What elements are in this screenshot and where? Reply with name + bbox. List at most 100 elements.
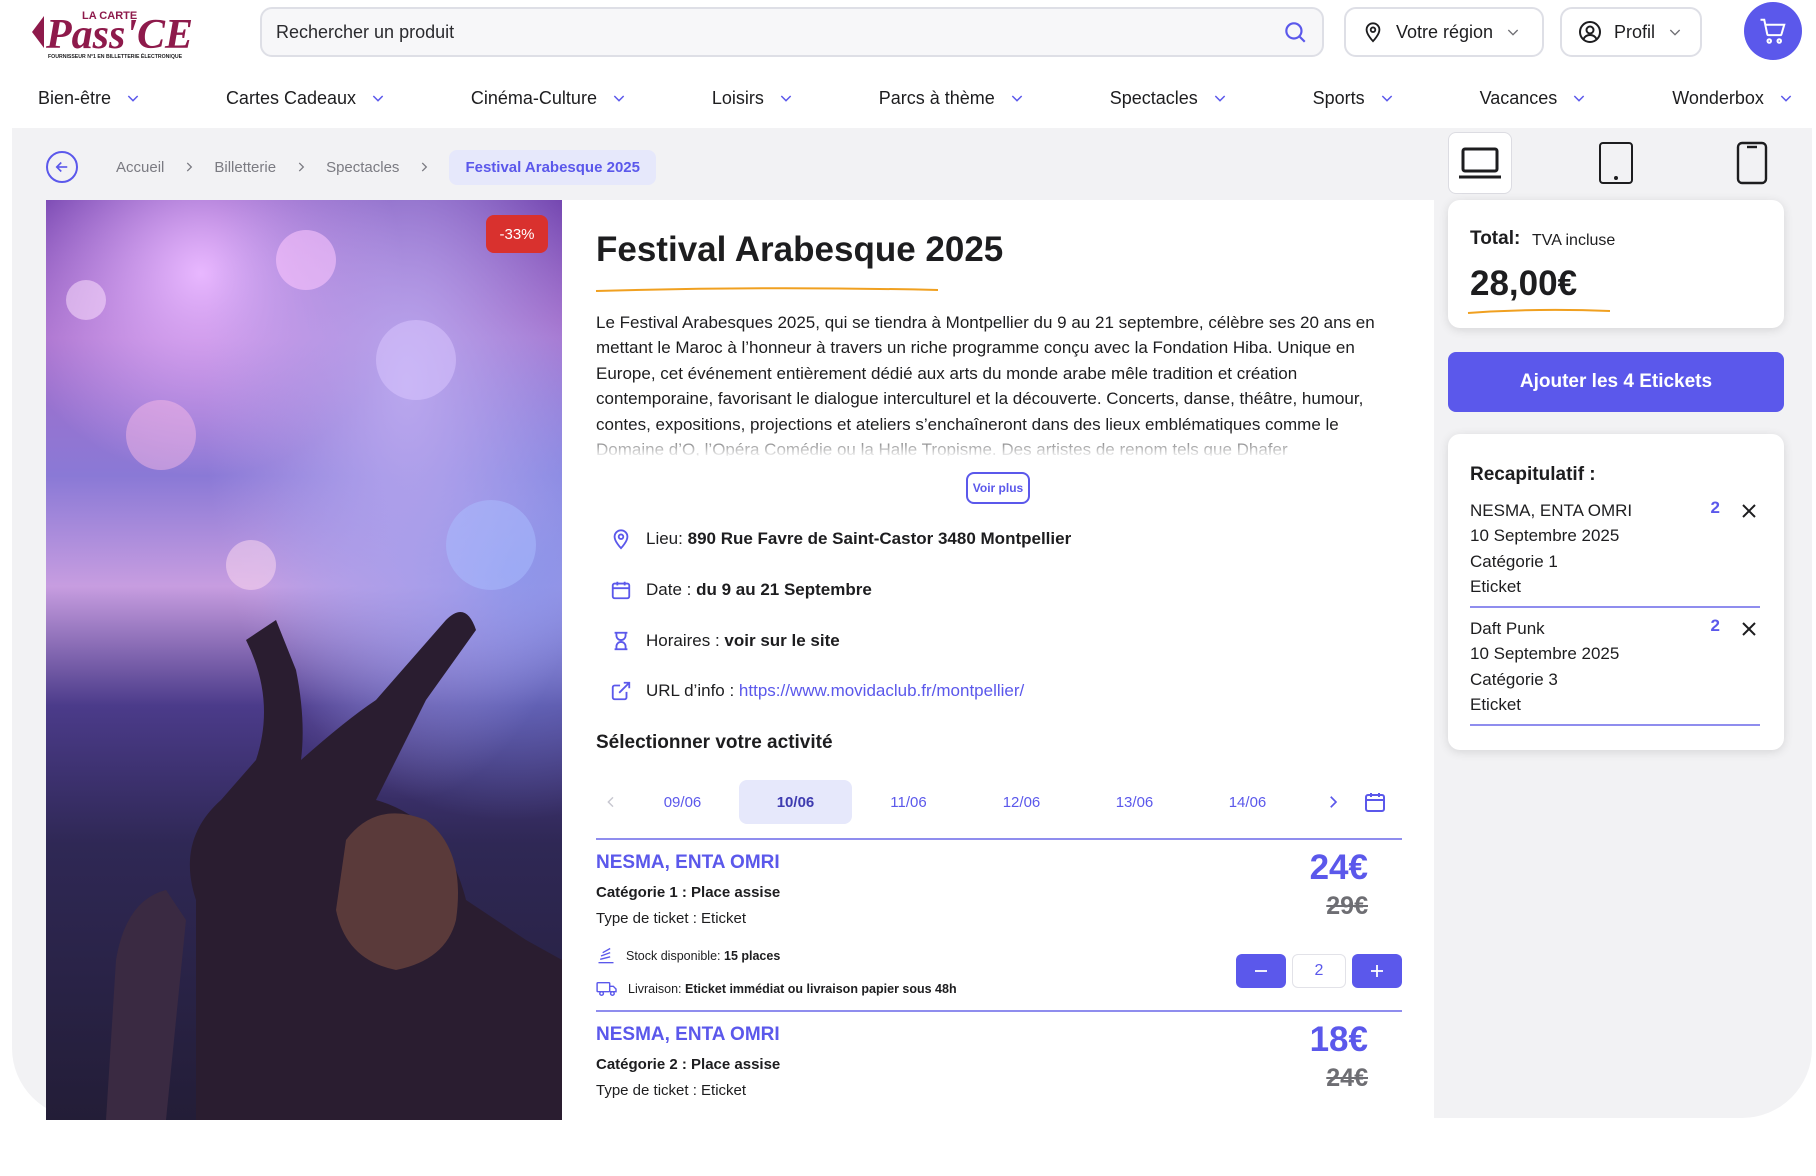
chevron-right-icon — [1330, 796, 1338, 808]
ticket-name: NESMA, ENTA OMRI — [596, 852, 780, 873]
ticket-category: Catégorie 2 : Place assise — [596, 1056, 781, 1073]
increment-button[interactable] — [1352, 954, 1402, 988]
breadcrumb-item[interactable]: Spectacles — [326, 159, 399, 176]
external-link-icon — [611, 681, 631, 701]
close-icon[interactable] — [1740, 620, 1758, 638]
delivery-label: Livraison: — [628, 982, 682, 996]
breadcrumb-current: Festival Arabesque 2025 — [449, 149, 656, 185]
date-option[interactable]: 14/06 — [1191, 780, 1304, 824]
date-option[interactable]: 09/06 — [626, 780, 739, 824]
horaires-label: Horaires : — [646, 631, 720, 650]
date-label: Date : — [646, 580, 692, 599]
total-card: Total: TVA incluse 28,00€ — [1448, 200, 1784, 328]
chevron-down-icon — [1507, 29, 1519, 36]
minus-icon — [1255, 970, 1267, 972]
desktop-view-button[interactable] — [1448, 132, 1512, 194]
nav-item-vacances[interactable]: Vacances — [1480, 84, 1588, 112]
total-tva: TVA incluse — [1532, 232, 1616, 249]
stock-label: Stock disponible: — [626, 949, 721, 963]
search-icon[interactable] — [1282, 19, 1308, 45]
recap-item-date: 10 Septembre 2025 — [1470, 644, 1620, 664]
chevron-right-icon — [187, 162, 193, 172]
nav-label: Cinéma-Culture — [470, 87, 597, 108]
ticket-price: 24€ — [1309, 848, 1368, 887]
nav-item-cartes-cadeaux[interactable]: Cartes Cadeaux — [226, 84, 386, 112]
ticket-type: Type de ticket : Eticket — [596, 1082, 747, 1099]
quantity-value[interactable]: 2 — [1292, 954, 1346, 988]
info-horaires: Horaires : voir sur le site — [610, 630, 840, 652]
region-selector[interactable]: Votre région — [1344, 7, 1544, 57]
recap-item-category: Catégorie 3 — [1470, 669, 1558, 689]
chevron-down-icon — [780, 95, 792, 102]
recap-item-category: Catégorie 1 — [1470, 551, 1558, 571]
nav-item-cinema-culture[interactable]: Cinéma-Culture — [471, 84, 627, 112]
location-pin-icon — [613, 529, 629, 550]
nav-item-parcs-a-theme[interactable]: Parcs à thème — [879, 84, 1025, 112]
date-option[interactable]: 13/06 — [1078, 780, 1191, 824]
tablet-icon — [1599, 142, 1633, 184]
date-option[interactable]: 12/06 — [965, 780, 1078, 824]
info-lieu: Lieu: 890 Rue Favre de Saint-Castor 3480… — [610, 528, 1071, 550]
nav-item-loisirs[interactable]: Loisirs — [712, 84, 794, 112]
device-preview-switcher — [1448, 132, 1784, 194]
nav-item-wonderbox[interactable]: Wonderbox — [1672, 84, 1794, 112]
date-next-button[interactable] — [1318, 793, 1348, 811]
cart-button[interactable] — [1744, 2, 1802, 60]
chevron-right-icon — [298, 162, 305, 172]
description-fade — [596, 428, 1408, 458]
breadcrumb-item[interactable]: Billetterie — [214, 159, 276, 176]
back-button[interactable] — [46, 151, 78, 183]
ticket-price: 18€ — [1309, 1020, 1368, 1059]
nav-label: Spectacles — [1109, 87, 1198, 108]
nav-label: Vacances — [1479, 87, 1558, 108]
close-icon[interactable] — [1740, 502, 1758, 520]
ticket-old-price: 29€ — [1326, 892, 1368, 920]
profile-menu[interactable]: Profil — [1560, 7, 1702, 57]
date-selector: 09/06 10/06 11/06 12/06 13/06 14/06 — [596, 780, 1402, 824]
laptop-icon — [1459, 147, 1501, 179]
decrement-button[interactable] — [1236, 954, 1286, 988]
ticket-option: NESMA, ENTA OMRI Catégorie 2 : Place ass… — [596, 1010, 1402, 1118]
date-option-selected[interactable]: 10/06 — [739, 780, 852, 824]
ticket-stock: Stock disponible: 15 places — [596, 946, 780, 966]
add-etickets-button[interactable]: Ajouter les 4 Etickets — [1448, 352, 1784, 412]
date-option[interactable]: 11/06 — [852, 780, 965, 824]
title-underline — [595, 287, 939, 292]
chevron-left-icon — [607, 796, 614, 808]
voir-plus-button[interactable]: Voir plus — [966, 472, 1030, 504]
calendar-icon — [611, 581, 631, 600]
date-prev-button[interactable] — [596, 794, 626, 810]
lieu-value: 890 Rue Favre de Saint-Castor 3480 Montp… — [687, 529, 1072, 548]
chevron-down-icon — [1214, 95, 1225, 102]
recap-title: Recapitulatif : — [1470, 464, 1596, 485]
url-link[interactable]: https://www.movidaclub.fr/montpellier/ — [739, 681, 1024, 700]
truck-icon — [596, 981, 617, 997]
recap-card: Recapitulatif : NESMA, ENTA OMRI 10 Sept… — [1448, 434, 1784, 750]
pass-ce-logo[interactable]: LA CARTE Pass'CE FOURNISSEUR N°1 EN BILL… — [32, 6, 212, 60]
search-bar[interactable]: Rechercher un produit — [260, 7, 1324, 57]
activity-title: Sélectionner votre activité — [596, 732, 833, 753]
nav-item-sports[interactable]: Sports — [1313, 84, 1395, 112]
nav-item-bien-etre[interactable]: Bien-être — [38, 84, 141, 112]
user-icon — [1579, 21, 1601, 43]
mobile-view-button[interactable] — [1720, 132, 1784, 194]
event-image — [46, 200, 562, 1120]
breadcrumb-item[interactable]: Accueil — [116, 159, 164, 176]
tablet-view-button[interactable] — [1584, 132, 1648, 194]
breadcrumb: Accueil Billetterie Spectacles Festival … — [46, 147, 656, 187]
ticket-delivery: Livraison: Eticket immédiat ou livraison… — [596, 980, 957, 998]
recap-item-type: Eticket — [1470, 577, 1522, 597]
discount-badge: -33% — [486, 215, 548, 253]
ticket-category: Catégorie 1 : Place assise — [596, 884, 781, 901]
category-nav: Bien-être Cartes Cadeaux Cinéma-Culture … — [38, 84, 1794, 112]
recap-item: Daft Punk 10 Septembre 2025 Catégorie 3 … — [1470, 616, 1760, 726]
page-title: Festival Arabesque 2025 — [596, 230, 1004, 269]
total-underline — [1467, 308, 1611, 314]
logo-tagline: FOURNISSEUR N°1 EN BILLETTERIE ÉLECTRONI… — [48, 52, 183, 60]
info-date: Date : du 9 au 21 Septembre — [610, 579, 872, 601]
search-input[interactable]: Rechercher un produit — [276, 22, 1282, 43]
horaires-value[interactable]: voir sur le site — [724, 631, 839, 650]
nav-label: Bien-être — [38, 87, 112, 108]
calendar-picker-button[interactable] — [1360, 790, 1390, 814]
nav-item-spectacles[interactable]: Spectacles — [1110, 84, 1228, 112]
